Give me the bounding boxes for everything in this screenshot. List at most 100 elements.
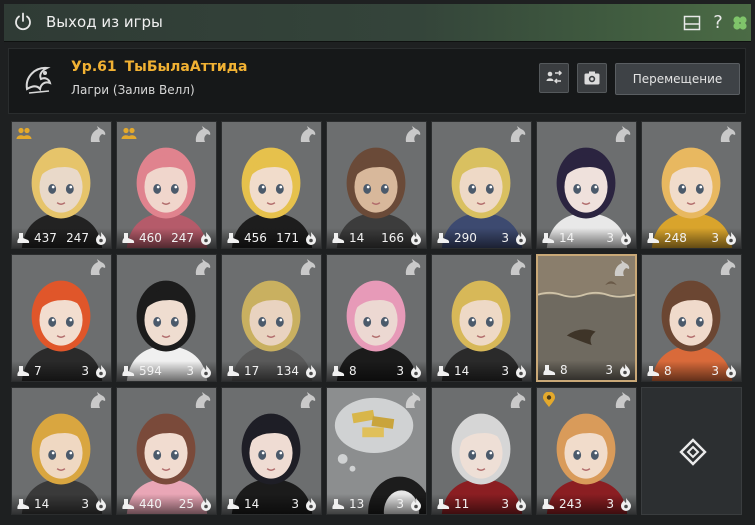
character-slot[interactable]: 594 3	[116, 254, 217, 382]
window-mode-button[interactable]	[682, 13, 702, 33]
add-character-icon	[679, 438, 707, 466]
boot-icon	[122, 366, 135, 376]
character-slot[interactable]: 14 166	[326, 121, 427, 249]
character-slot[interactable]: 14 3	[431, 254, 532, 382]
slot-stats: 7 3	[12, 361, 111, 381]
energy-icon	[516, 498, 526, 511]
slot-energy-value: 440	[139, 497, 162, 511]
slot-stats: 290 3	[432, 228, 531, 248]
horse-icon	[90, 392, 106, 408]
character-slot[interactable]: 11 3	[431, 387, 532, 515]
slot-energy-value: 8	[664, 364, 672, 378]
boot-icon	[332, 499, 345, 509]
boot-icon	[332, 233, 345, 243]
title-bar: Выход из игры ?	[4, 4, 751, 42]
character-slot[interactable]: 8 3	[326, 254, 427, 382]
horse-icon	[90, 126, 106, 142]
boot-icon	[122, 233, 135, 243]
slot-stats: 243 3	[537, 494, 636, 514]
energy-icon	[201, 498, 211, 511]
horse-icon	[405, 126, 421, 142]
power-icon[interactable]	[13, 12, 33, 32]
boot-icon	[437, 366, 450, 376]
character-slot[interactable]: 440 25	[116, 387, 217, 515]
slot-stats: 14 3	[537, 228, 636, 248]
swap-character-button[interactable]	[539, 63, 569, 93]
empty-slot[interactable]	[641, 387, 742, 515]
character-slot[interactable]: 14 3	[221, 387, 322, 515]
horse-icon	[510, 259, 526, 275]
character-slot[interactable]: 437 247	[11, 121, 112, 249]
character-slot[interactable]: 248 3	[641, 121, 742, 249]
slot-secondary-value: 171	[276, 231, 299, 245]
character-slot[interactable]: 14 3	[536, 121, 637, 249]
energy-icon	[96, 365, 106, 378]
horse-icon	[300, 392, 316, 408]
character-level: Ур.61	[71, 59, 117, 75]
family-icon	[16, 127, 32, 139]
slot-energy-value: 14	[34, 497, 50, 511]
slot-secondary-value: 3	[606, 497, 614, 511]
horse-icon	[195, 126, 211, 142]
boot-icon	[17, 366, 30, 376]
horse-icon	[405, 392, 421, 408]
slot-secondary-value: 3	[81, 497, 89, 511]
boot-icon	[647, 233, 660, 243]
screenshot-button[interactable]	[577, 63, 607, 93]
help-button[interactable]: ?	[708, 13, 728, 33]
character-slot[interactable]: 456 171	[221, 121, 322, 249]
slot-stats: 14 3	[432, 361, 531, 381]
family-icon	[121, 127, 137, 139]
clover-button[interactable]	[730, 13, 750, 33]
boot-icon	[437, 499, 450, 509]
character-slot[interactable]: 17 134	[221, 254, 322, 382]
slot-secondary-value: 134	[276, 364, 299, 378]
horse-icon	[615, 126, 631, 142]
slot-energy-value: 13	[349, 497, 365, 511]
boot-icon	[227, 233, 240, 243]
character-slot[interactable]: 8 3	[641, 254, 742, 382]
slot-stats: 14 166	[327, 228, 426, 248]
boot-icon	[17, 499, 30, 509]
boot-icon	[122, 499, 135, 509]
slot-stats: 456 171	[222, 228, 321, 248]
horse-icon	[510, 392, 526, 408]
horse-icon	[300, 126, 316, 142]
slot-secondary-value: 247	[171, 231, 194, 245]
window-title: Выход из игры	[46, 13, 163, 31]
character-slot[interactable]: 290 3	[431, 121, 532, 249]
character-slot[interactable]: 7 3	[11, 254, 112, 382]
character-slot[interactable]: 8 3	[536, 254, 637, 382]
slot-stats: 8 3	[538, 360, 635, 380]
slot-energy-value: 14	[454, 364, 470, 378]
clover-icon	[733, 16, 747, 30]
character-slot[interactable]: 14 3	[11, 387, 112, 515]
slot-stats: 13 3	[327, 494, 426, 514]
energy-icon	[516, 232, 526, 245]
slot-energy-value: 248	[664, 231, 687, 245]
slot-energy-value: 456	[244, 231, 267, 245]
boot-icon	[227, 499, 240, 509]
energy-icon	[621, 232, 631, 245]
slot-energy-value: 594	[139, 364, 162, 378]
horse-icon	[615, 392, 631, 408]
slot-secondary-value: 3	[81, 364, 89, 378]
horse-icon	[510, 126, 526, 142]
boot-icon	[543, 365, 556, 375]
character-slot[interactable]: 243 3	[536, 387, 637, 515]
slot-stats: 437 247	[12, 228, 111, 248]
energy-icon	[621, 498, 631, 511]
character-slot[interactable]: 13 3	[326, 387, 427, 515]
move-button[interactable]: Перемещение	[615, 63, 740, 95]
energy-icon	[96, 232, 106, 245]
slot-secondary-value: 3	[606, 231, 614, 245]
slot-stats: 594 3	[117, 361, 216, 381]
character-slot[interactable]: 460 247	[116, 121, 217, 249]
slot-secondary-value: 3	[605, 363, 613, 377]
slot-secondary-value: 25	[178, 497, 194, 511]
swap-icon	[546, 70, 563, 84]
slot-stats: 17 134	[222, 361, 321, 381]
energy-icon	[620, 364, 630, 377]
slot-stats: 248 3	[642, 228, 741, 248]
slot-energy-value: 437	[34, 231, 57, 245]
